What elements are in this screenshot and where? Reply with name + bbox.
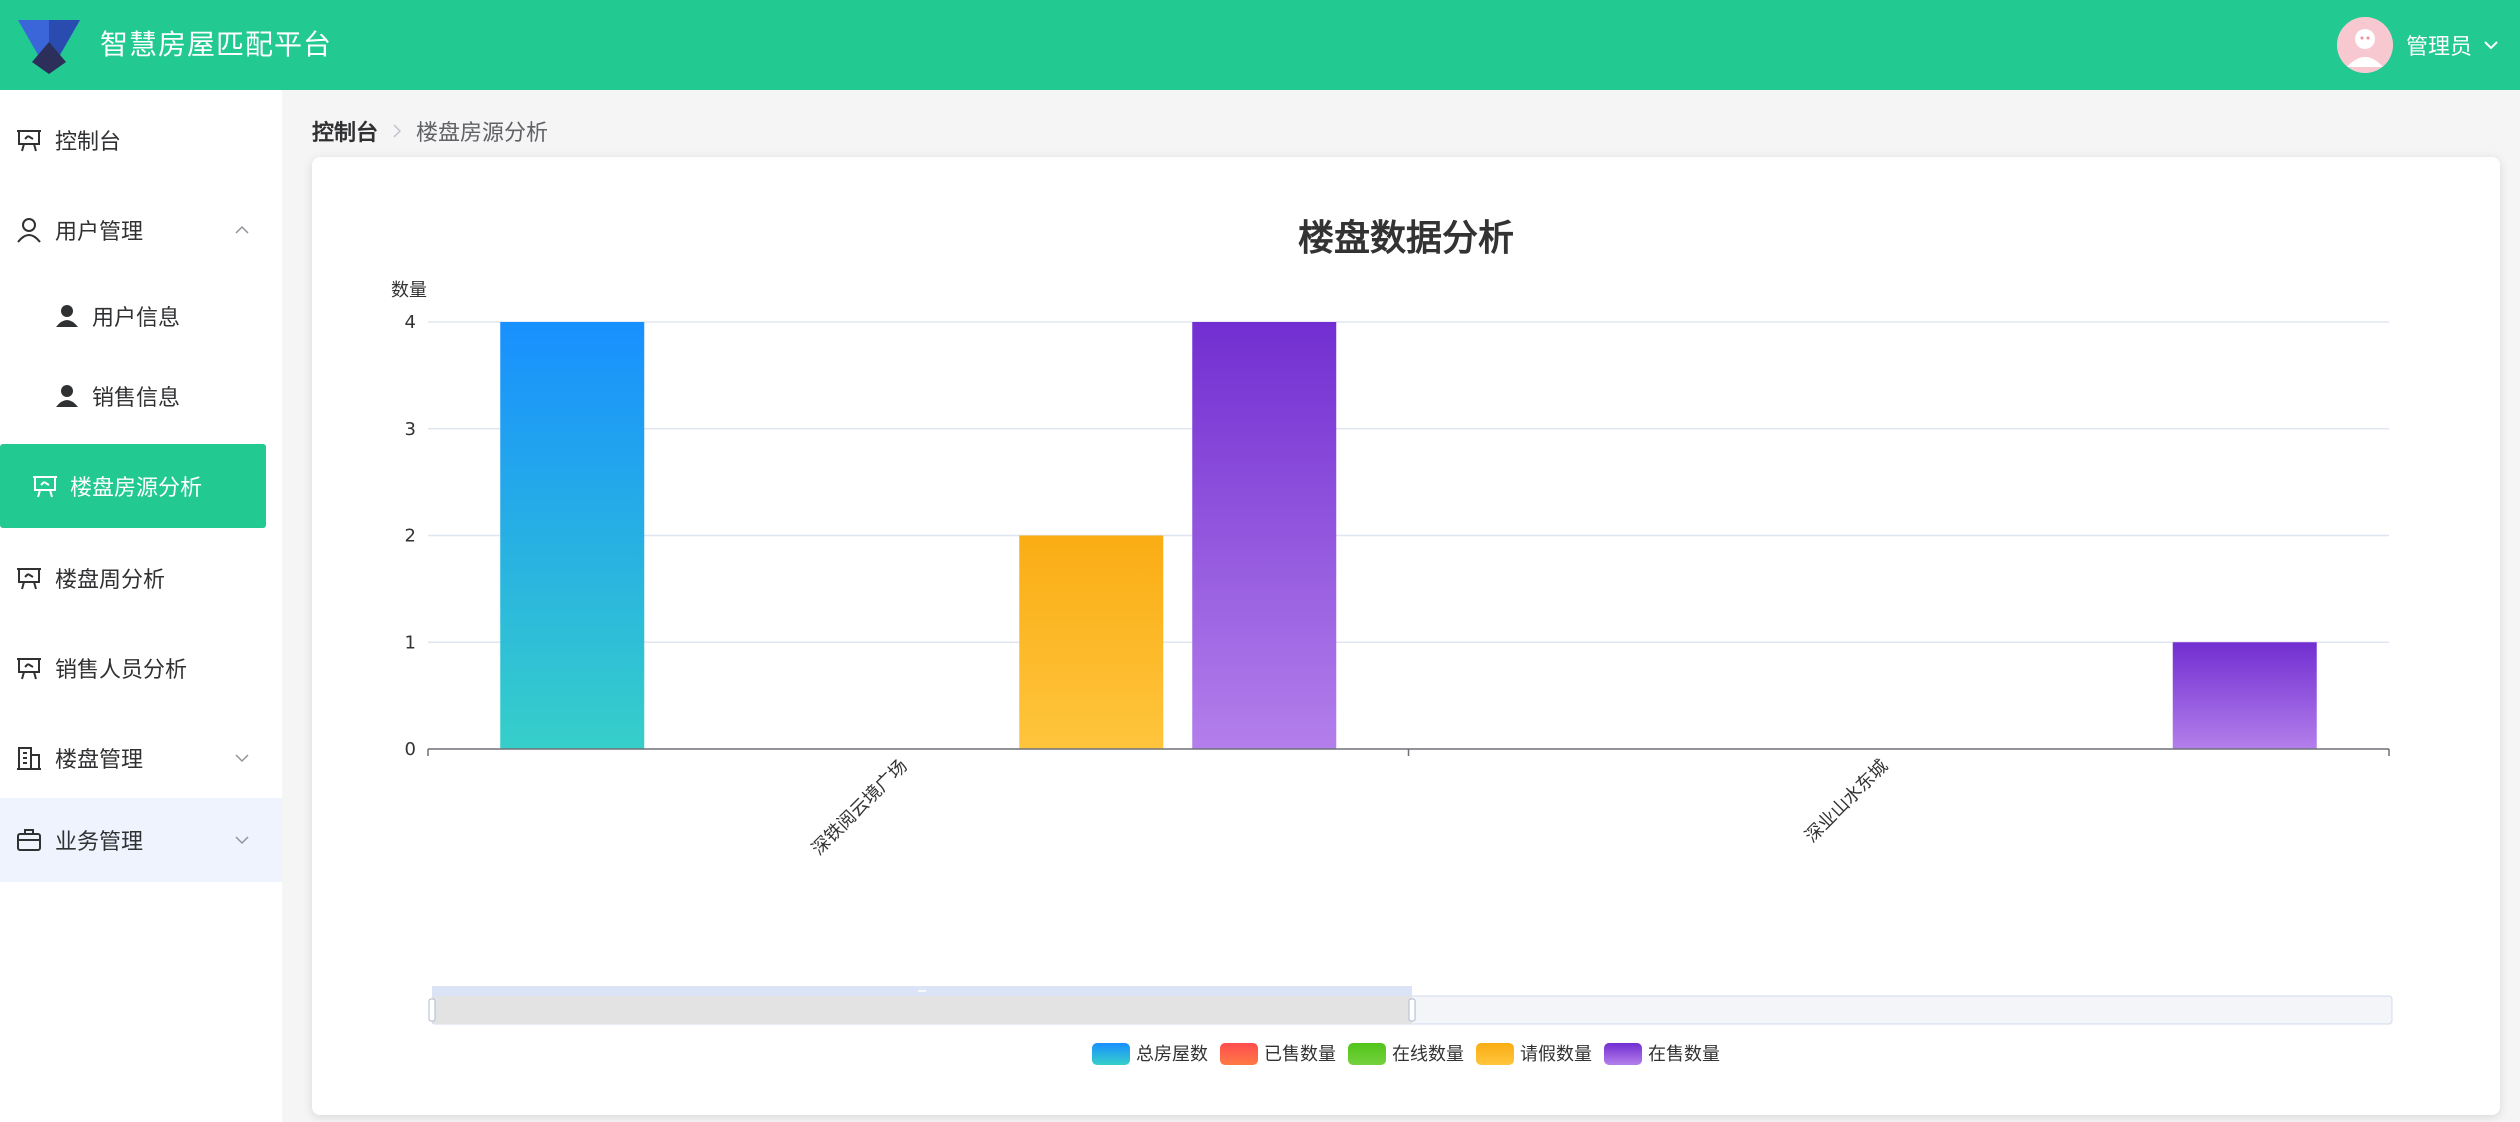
avatar: [2336, 17, 2393, 73]
bar-chart: 楼盘数据分析 数量 0 1 2 3 4 深铁阅云境广场 深业山水东城 总房屋数 已售数量 在线数…: [391, 217, 2393, 1065]
sidebar-item-label: 楼盘房源分析: [70, 476, 203, 501]
chart-panel: 楼盘数据分析 数量 0 1 2 3 4 深铁阅云境广场 深业山水东城 总房屋数 已售数量 在线数…: [342, 186, 2470, 1086]
breadcrumb-home[interactable]: 控制台: [312, 115, 378, 147]
chevron-right-icon: [393, 124, 402, 138]
zoom-selected-range[interactable]: [432, 996, 1412, 1024]
breadcrumb: 控制台 楼盘房源分析: [312, 116, 548, 146]
sidebar-item-user-management[interactable]: 用户管理: [0, 188, 282, 272]
sidebar-item-label: 楼盘周分析: [55, 568, 166, 593]
logo-icon: [18, 20, 80, 74]
sidebar-item-label: 楼盘管理: [55, 748, 144, 773]
sidebar-item-sales-staff-analysis[interactable]: 销售人员分析: [0, 626, 282, 710]
legend-swatch[interactable]: [1092, 1043, 1131, 1065]
sidebar-item-weekly-analysis[interactable]: 楼盘周分析: [0, 536, 282, 620]
sidebar-item-property-management[interactable]: 楼盘管理: [0, 716, 282, 800]
user-outline-icon: [17, 218, 41, 243]
sidebar-item-label: 控制台: [55, 130, 122, 155]
user-name: 管理员: [2405, 35, 2472, 60]
y-axis-label: 数量: [391, 280, 427, 301]
chevron-down-icon: [2484, 41, 2498, 50]
avatar-icon: [2336, 17, 2393, 73]
y-tick-label: 3: [405, 419, 416, 440]
sidebar-item-dashboard[interactable]: 控制台: [0, 98, 282, 182]
top-header: 智慧房屋匹配平台 管理员: [0, 0, 2520, 90]
presentation-icon: [17, 658, 41, 680]
sidebar-item-user-info[interactable]: 用户信息: [0, 276, 282, 356]
y-tick-label: 4: [405, 312, 416, 333]
x-tick-label: 深铁阅云境广场: [808, 756, 912, 860]
briefcase-icon: [17, 829, 41, 851]
y-tick-label: 1: [405, 632, 416, 653]
legend: 总房屋数 已售数量 在线数量 请假数量 在售数量: [1092, 1043, 1720, 1065]
x-tick-label: 深业山水东城: [1801, 756, 1892, 847]
bar[interactable]: [1192, 322, 1337, 749]
y-tick-label: 2: [405, 526, 416, 547]
sidebar-item-sales-info[interactable]: 销售信息: [0, 356, 282, 436]
chevron-up-icon: [235, 225, 249, 234]
legend-swatch[interactable]: [1220, 1043, 1259, 1065]
chevron-down-icon: [235, 836, 249, 845]
sidebar-item-business-management[interactable]: 业务管理: [0, 798, 282, 882]
sidebar: 控制台 用户管理 用户信息 销售信息 楼盘房源分析 楼盘周分析 销售人员分析 楼…: [0, 90, 282, 1122]
y-tick-label: 0: [405, 739, 416, 760]
breadcrumb-current: 楼盘房源分析: [416, 121, 549, 146]
zoom-handle[interactable]: [428, 998, 436, 1022]
legend-label[interactable]: 请假数量: [1520, 1044, 1592, 1065]
app-title: 智慧房屋匹配平台: [100, 28, 333, 61]
legend-swatch[interactable]: [1603, 1043, 1642, 1065]
legend-swatch[interactable]: [1475, 1043, 1514, 1065]
axes: 0 1 2 3 4 深铁阅云境广场 深业山水东城: [405, 312, 2390, 860]
legend-label[interactable]: 已售数量: [1264, 1044, 1336, 1065]
presentation-icon: [33, 476, 57, 498]
building-icon: [17, 747, 41, 770]
legend-label[interactable]: 总房屋数: [1136, 1044, 1208, 1065]
bar[interactable]: [2172, 642, 2317, 749]
grid-lines: [428, 321, 2389, 643]
presentation-icon: [17, 130, 41, 152]
legend-swatch[interactable]: [1348, 1043, 1387, 1065]
legend-label[interactable]: 在线数量: [1392, 1044, 1464, 1065]
user-filled-icon: [56, 305, 78, 327]
sidebar-item-label: 用户管理: [55, 220, 144, 245]
user-menu[interactable]: 管理员: [2336, 17, 2502, 73]
user-filled-icon: [56, 385, 78, 407]
chart-title: 楼盘数据分析: [1298, 217, 1514, 259]
sidebar-item-label: 销售信息: [92, 386, 181, 411]
sidebar-item-property-analysis[interactable]: 楼盘房源分析: [0, 444, 266, 528]
data-zoom-slider[interactable]: [428, 986, 2393, 1025]
zoom-handle[interactable]: [1408, 998, 1416, 1022]
sidebar-item-label: 用户信息: [92, 306, 181, 331]
legend-label[interactable]: 在售数量: [1648, 1044, 1720, 1065]
bar[interactable]: [1019, 535, 1164, 750]
sidebar-item-label: 业务管理: [55, 830, 144, 855]
presentation-icon: [17, 568, 41, 590]
bar[interactable]: [500, 322, 645, 749]
chevron-down-icon: [235, 754, 249, 763]
sidebar-item-label: 销售人员分析: [55, 658, 188, 683]
